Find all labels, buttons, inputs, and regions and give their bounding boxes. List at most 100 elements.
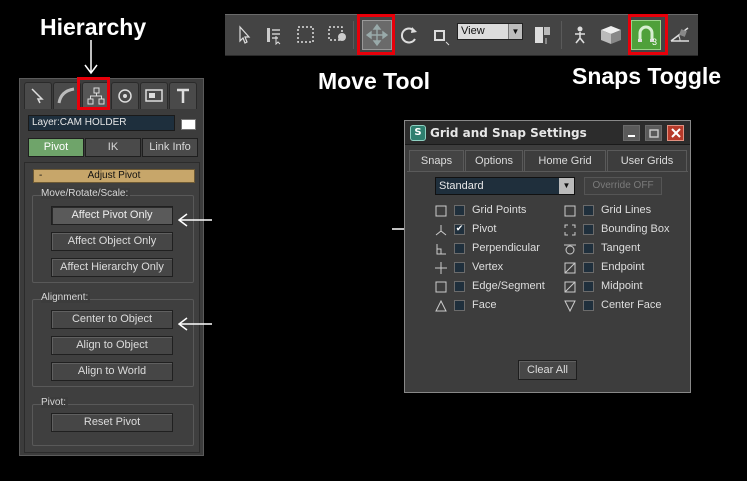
vertex-icon: [435, 262, 447, 274]
pivot-group-label: Pivot:: [41, 397, 69, 408]
face-label: Face: [472, 299, 497, 311]
view-dropdown-value: View: [461, 25, 485, 37]
tab-user-grids[interactable]: User Grids: [607, 150, 687, 172]
perpendicular-icon: [436, 244, 446, 255]
perpendicular-checkbox[interactable]: [454, 243, 465, 254]
override-button[interactable]: Override OFF: [584, 177, 662, 195]
snap-type-value: Standard: [439, 180, 484, 192]
chevron-down-icon: ▼: [559, 178, 574, 194]
tab-options[interactable]: Options: [465, 150, 523, 172]
layer-color-swatch[interactable]: [181, 119, 196, 130]
affect-pivot-only-button[interactable]: Affect Pivot Only: [51, 206, 173, 225]
center-face-checkbox[interactable]: [583, 300, 594, 311]
vertex-checkbox[interactable]: [454, 262, 465, 273]
snaps-toggle-caption: Snaps Toggle: [572, 63, 722, 89]
minimize-icon: [628, 134, 635, 137]
dialog-title-bar[interactable]: S Grid and Snap Settings: [405, 121, 690, 145]
align-to-world-button[interactable]: Align to World: [51, 362, 173, 381]
bounding-box-icon: [564, 224, 576, 236]
command-panel-tabs: [24, 82, 200, 109]
ik-mode-button[interactable]: IK: [85, 138, 141, 157]
app-icon: S: [410, 125, 426, 141]
grid-points-label: Grid Points: [472, 204, 527, 216]
affect-hierarchy-only-button[interactable]: Affect Hierarchy Only: [51, 258, 173, 277]
center-to-object-button[interactable]: Center to Object: [51, 310, 173, 329]
move-group-label: Move/Rotate/Scale:: [41, 188, 131, 199]
link-info-mode-button[interactable]: Link Info: [142, 138, 198, 157]
rotate-icon[interactable]: [394, 20, 424, 50]
pivot-checkbox[interactable]: ✔: [454, 224, 465, 235]
checkmark-icon: ✔: [455, 224, 464, 234]
motion-tab[interactable]: [111, 82, 139, 109]
align-to-object-button[interactable]: Align to Object: [51, 336, 173, 355]
tab-home-grid[interactable]: Home Grid: [524, 150, 606, 172]
pivot-center-icon[interactable]: [527, 20, 557, 50]
snap-type-dropdown[interactable]: Standard ▼: [435, 177, 575, 195]
grid-points-icon: [435, 205, 447, 217]
maximize-button[interactable]: [645, 125, 662, 141]
box-icon[interactable]: [596, 20, 626, 50]
window-crossing-icon[interactable]: [323, 20, 353, 50]
rollout-header[interactable]: - Adjust Pivot: [33, 169, 195, 183]
minimize-button[interactable]: [623, 125, 640, 141]
edge-segment-icon: [435, 281, 447, 293]
utilities-tab[interactable]: [169, 82, 197, 109]
clear-all-button[interactable]: Clear All: [518, 360, 577, 380]
snaps-toggle-highlight: [628, 14, 668, 55]
select-by-name-icon[interactable]: [259, 20, 289, 50]
midpoint-checkbox[interactable]: [583, 281, 594, 292]
vertex-label: Vertex: [472, 261, 504, 273]
face-checkbox[interactable]: [454, 300, 465, 311]
tangent-label: Tangent: [601, 242, 641, 254]
edge-segment-checkbox[interactable]: [454, 281, 465, 292]
move-tool-highlight: [357, 14, 395, 55]
pivot-mode-button[interactable]: Pivot: [28, 138, 84, 157]
close-button[interactable]: [667, 125, 684, 141]
create-tab[interactable]: [24, 82, 52, 109]
midpoint-icon: [564, 281, 576, 293]
affect-object-only-button[interactable]: Affect Object Only: [51, 232, 173, 251]
link-icon[interactable]: [565, 20, 595, 50]
endpoint-label: Endpoint: [601, 261, 645, 273]
dialog-title: Grid and Snap Settings: [430, 126, 587, 140]
layer-name-field[interactable]: Layer:CAM HOLDER: [28, 115, 175, 131]
left-arrow-icon: [178, 317, 212, 331]
left-arrow-icon: [178, 213, 212, 227]
adjust-pivot-rollout: - Adjust Pivot Move/Rotate/Scale: Affect…: [24, 162, 200, 453]
endpoint-checkbox[interactable]: [583, 262, 594, 273]
alignment-label: Alignment:: [41, 292, 91, 303]
bounding-box-checkbox[interactable]: [583, 224, 594, 235]
tangent-checkbox[interactable]: [583, 243, 594, 254]
tab-snaps[interactable]: Snaps: [409, 150, 464, 172]
command-panel: Layer:CAM HOLDER Pivot IK Link Info - Ad…: [19, 78, 204, 456]
edge-segment-label: Edge/Segment: [472, 280, 545, 292]
select-arrow-icon[interactable]: [229, 20, 259, 50]
center-face-icon: [564, 300, 576, 312]
reset-pivot-button[interactable]: Reset Pivot: [51, 413, 173, 432]
angle-snap-icon[interactable]: [665, 20, 695, 50]
face-icon: [435, 300, 447, 312]
pivot-label: Pivot: [472, 223, 497, 235]
scale-icon[interactable]: [425, 20, 455, 50]
reference-coord-dropdown[interactable]: View ▼: [457, 23, 523, 40]
midpoint-label: Midpoint: [601, 280, 643, 292]
down-arrow-icon: [84, 40, 98, 75]
maximize-icon: [648, 128, 659, 138]
perpendicular-label: Perpendicular: [472, 242, 540, 254]
close-icon: [670, 128, 681, 138]
rollout-title: Adjust Pivot: [87, 170, 141, 181]
hierarchy-tab-highlight: [77, 77, 110, 110]
grid-lines-checkbox[interactable]: [583, 205, 594, 216]
chevron-down-icon: ▼: [508, 24, 522, 39]
center-face-label: Center Face: [601, 299, 662, 311]
hierarchy-caption: Hierarchy: [40, 14, 147, 40]
grid-points-checkbox[interactable]: [454, 205, 465, 216]
tangent-icon: [564, 244, 576, 255]
grid-lines-label: Grid Lines: [601, 204, 652, 216]
grid-lines-icon: [564, 205, 576, 217]
display-tab[interactable]: [140, 82, 168, 109]
bounding-box-label: Bounding Box: [601, 223, 670, 235]
rect-region-icon[interactable]: [291, 20, 321, 50]
move-tool-caption: Move Tool: [318, 68, 431, 94]
grid-snap-settings-dialog: S Grid and Snap Settings Snaps Options H…: [404, 120, 691, 393]
